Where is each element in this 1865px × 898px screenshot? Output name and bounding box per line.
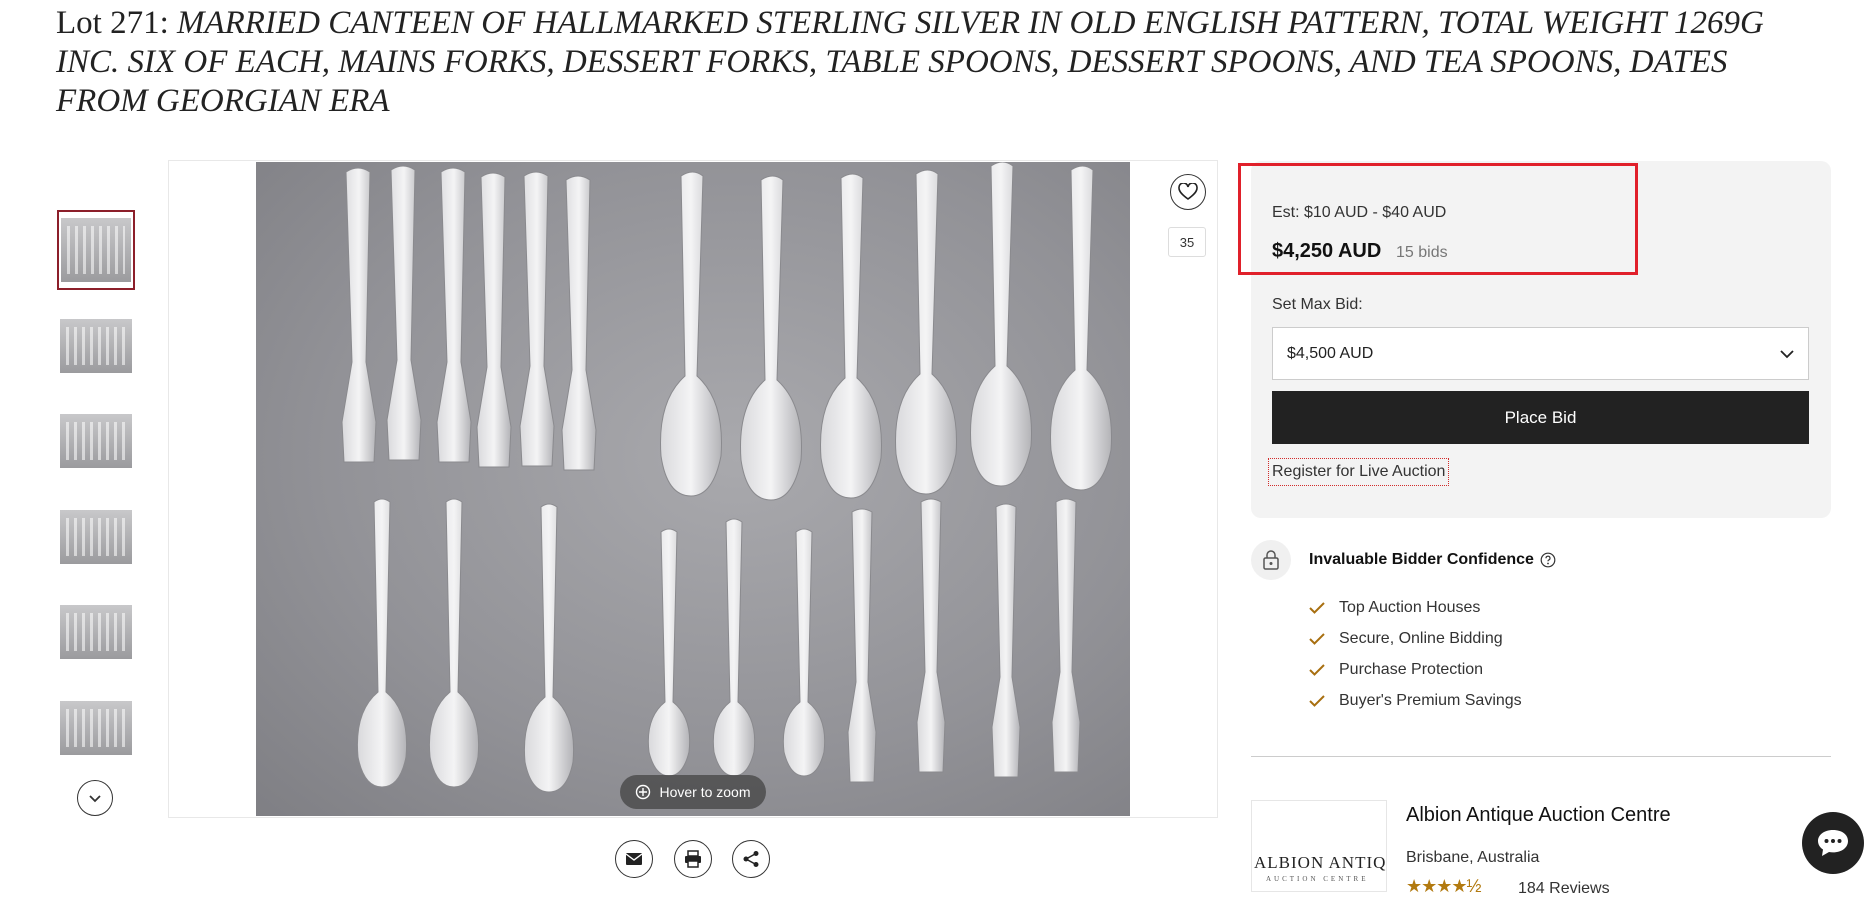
lot-number: Lot 271: — [56, 5, 169, 41]
thumbnail-5[interactable] — [57, 604, 135, 660]
max-bid-select[interactable]: $4,500 AUD — [1272, 327, 1809, 380]
thumbnail-3[interactable] — [57, 413, 135, 469]
thumbnail-2[interactable] — [57, 318, 135, 374]
lot-title: Lot 271: MARRIED CANTEEN OF HALLMARKED S… — [56, 4, 1816, 121]
zoom-icon — [636, 784, 651, 800]
share-icon — [743, 851, 759, 867]
max-bid-value: $4,500 AUD — [1287, 344, 1374, 362]
list-item: Purchase Protection — [1309, 654, 1522, 685]
current-price: $4,250 AUD — [1272, 240, 1382, 262]
divider — [1251, 756, 1831, 757]
confidence-list: Top Auction Houses Secure, Online Biddin… — [1309, 592, 1522, 716]
logo-subtext: AUCTION CENTRE — [1266, 875, 1369, 883]
favorite-count: 35 — [1168, 227, 1206, 257]
list-item: Secure, Online Bidding — [1309, 623, 1522, 654]
auction-house-logo[interactable]: ALBION ANTIQUE AUCTION CENTRE — [1251, 800, 1387, 892]
chevron-down-icon — [1780, 349, 1794, 358]
reviews-link[interactable]: 184 Reviews — [1518, 880, 1610, 898]
help-icon[interactable] — [1540, 552, 1556, 568]
check-icon — [1309, 694, 1325, 707]
rating-stars: ★★★★½ — [1406, 876, 1482, 896]
list-item: Buyer's Premium Savings — [1309, 685, 1522, 716]
thumbnail-1[interactable] — [57, 210, 135, 290]
thumbnail-6[interactable] — [57, 700, 135, 756]
hover-to-zoom-hint: Hover to zoom — [620, 775, 766, 809]
check-icon — [1309, 663, 1325, 676]
confidence-item-label: Secure, Online Bidding — [1339, 629, 1503, 647]
print-button[interactable] — [674, 840, 712, 878]
place-bid-button[interactable]: Place Bid — [1272, 391, 1809, 444]
lot-description: MARRIED CANTEEN OF HALLMARKED STERLING S… — [56, 5, 1764, 119]
thumbnail-scroll-down-button[interactable] — [77, 780, 113, 816]
bidder-confidence-title: Invaluable Bidder Confidence — [1309, 551, 1556, 569]
logo-text: ALBION ANTIQUE — [1254, 853, 1387, 872]
estimate-text: Est: $10 AUD - $40 AUD — [1272, 204, 1447, 221]
check-icon — [1309, 632, 1325, 645]
lock-icon — [1251, 540, 1291, 580]
heart-icon — [1178, 183, 1198, 200]
confidence-item-label: Buyer's Premium Savings — [1339, 691, 1522, 709]
favorite-button[interactable] — [1170, 174, 1206, 210]
cutlery-illustration — [341, 162, 1112, 793]
chat-bubble-icon — [1818, 830, 1848, 856]
zoom-label: Hover to zoom — [659, 784, 751, 800]
email-button[interactable] — [615, 840, 653, 878]
list-item: Top Auction Houses — [1309, 592, 1522, 623]
bidder-confidence-label: Invaluable Bidder Confidence — [1309, 551, 1534, 568]
chevron-down-icon — [89, 795, 101, 803]
chat-button[interactable] — [1802, 812, 1864, 874]
max-bid-label: Set Max Bid: — [1272, 296, 1363, 313]
thumbnail-4[interactable] — [57, 509, 135, 565]
confidence-item-label: Purchase Protection — [1339, 660, 1484, 678]
confidence-item-label: Top Auction Houses — [1339, 598, 1481, 616]
envelope-icon — [625, 853, 643, 865]
check-icon — [1309, 601, 1325, 614]
share-button[interactable] — [732, 840, 770, 878]
lot-photo[interactable] — [256, 162, 1130, 816]
printer-icon — [685, 850, 701, 868]
auction-house-location: Brisbane, Australia — [1406, 849, 1540, 866]
register-live-auction-link[interactable]: Register for Live Auction — [1268, 458, 1450, 486]
bid-count[interactable]: 15 bids — [1396, 244, 1448, 262]
auction-house-name[interactable]: Albion Antique Auction Centre — [1406, 804, 1671, 827]
